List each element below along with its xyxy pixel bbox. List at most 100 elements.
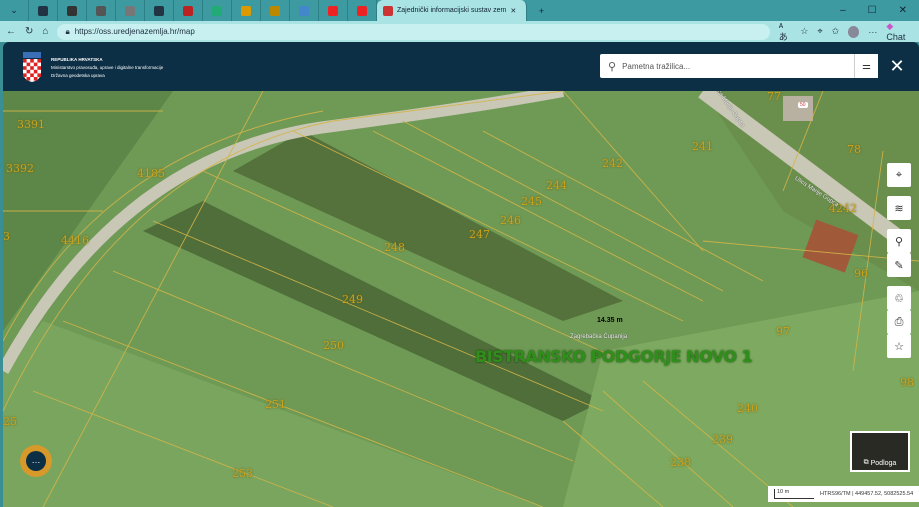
tab-pinned[interactable] — [116, 0, 145, 21]
favorites-button[interactable]: ☆ — [887, 334, 911, 358]
parcel-label: 247 — [469, 228, 490, 241]
layers-icon: ≋ — [894, 202, 904, 215]
recycle-button[interactable]: ♲ — [887, 286, 911, 310]
tab-pinned[interactable] — [290, 0, 319, 21]
url-text: https://oss.uredjenazemlja.hr/map — [74, 27, 195, 36]
back-icon[interactable]: ← — [6, 26, 16, 37]
parcel-label: 241 — [692, 140, 713, 153]
parcel-label: 77 — [767, 90, 781, 103]
parcel-label: 4185 — [137, 167, 165, 180]
basemap-switcher[interactable]: ⧉ Podloga — [850, 431, 910, 472]
parcel-label: 3392 — [6, 162, 34, 175]
cadastral-map[interactable]: 3391 3392 4185 4416 248 249 250 251 253 … — [3, 84, 919, 507]
basemap-icon: ⧉ — [863, 459, 871, 466]
parcel-label: 238 — [670, 456, 691, 469]
tab-pinned[interactable] — [261, 0, 290, 21]
map-pin-icon: ⌖ — [895, 168, 903, 181]
profile-avatar[interactable] — [848, 25, 860, 38]
tab-pinned[interactable] — [348, 0, 377, 21]
sliders-icon: ⚌ — [862, 60, 871, 72]
parcel-label: 242 — [602, 157, 623, 170]
parcel-label: 250 — [323, 339, 344, 352]
measure-button[interactable]: ✎ — [887, 253, 911, 277]
tab-pinned[interactable] — [145, 0, 174, 21]
copilot-icon: ◆ — [886, 21, 894, 31]
header-line-2: Ministarstvo pravosuđa, uprave i digital… — [51, 65, 164, 70]
tab-pinned[interactable] — [203, 0, 232, 21]
tab-pinned[interactable] — [232, 0, 261, 21]
parcel-label: 246 — [500, 214, 521, 227]
home-icon[interactable]: ⌂ — [42, 26, 48, 37]
parcel-label: 3391 — [17, 118, 45, 131]
new-tab-button[interactable]: + — [527, 0, 556, 21]
location-button[interactable]: ⌖ — [887, 163, 911, 187]
close-button[interactable]: ✕ — [885, 54, 909, 78]
close-window-icon[interactable]: ✕ — [899, 5, 907, 16]
app-header: REPUBLIKA HRVATSKA Ministarstvo pravosuđ… — [3, 42, 919, 91]
parcel-label: 3 — [3, 230, 10, 243]
search-filter-button[interactable]: ⚌ — [854, 54, 878, 78]
parcel-label: 96 — [854, 267, 868, 280]
scale-coordinates-bar: 10 m HTRS96/TM | 449457.52, 5082525.54 — [768, 486, 919, 502]
croatia-coat-of-arms-logo — [23, 52, 41, 82]
location-icon[interactable]: ⌖ — [817, 26, 822, 37]
parcel-label: 249 — [342, 293, 363, 306]
parcel-label: 244 — [546, 179, 567, 192]
more-icon[interactable]: ··· — [868, 27, 877, 37]
parcel-label: 78 — [847, 143, 861, 156]
print-icon: ⎙ — [894, 315, 904, 328]
chat-label: Chat — [886, 32, 906, 42]
star-icon: ☆ — [894, 340, 904, 353]
zoom-icon: ⚲ — [894, 235, 904, 248]
translate-icon[interactable]: ᴀあ — [779, 20, 792, 43]
print-button[interactable]: ⎙ — [887, 310, 911, 334]
bookmark-star-icon[interactable]: ☆ — [800, 26, 808, 37]
ruler-icon: ✎ — [894, 259, 904, 272]
tab-pinned[interactable] — [29, 0, 58, 21]
scale-bar: 10 m — [774, 489, 814, 499]
tab-pinned[interactable] — [174, 0, 203, 21]
close-tab-icon[interactable]: ✕ — [510, 7, 516, 15]
favorites-icon[interactable]: ✩ — [832, 26, 840, 37]
tab-pinned[interactable] — [319, 0, 348, 21]
parcel-label: 25 — [3, 415, 17, 428]
measurement-label: 14.35 m — [597, 317, 623, 324]
layers-button[interactable]: ≋ — [887, 196, 911, 220]
parcel-label: 239 — [712, 433, 733, 446]
chat-button[interactable]: … — [20, 445, 52, 477]
tab-pinned[interactable] — [87, 0, 116, 21]
reload-icon[interactable]: ↻ — [25, 26, 33, 37]
lock-icon: 🔒︎ — [65, 26, 70, 36]
tab-title: Zajednički informacijski sustav zem — [397, 7, 507, 14]
app-window: REPUBLIKA HRVATSKA Ministarstvo pravosuđ… — [3, 42, 919, 507]
search-icon: ⚲ — [608, 60, 617, 73]
coordinates-readout: HTRS96/TM | 449457.52, 5082525.54 — [820, 491, 914, 497]
basemap-label: Podloga — [870, 460, 897, 467]
recycle-icon: ♲ — [894, 292, 904, 305]
header-line-3: Državna geodetska uprava — [51, 73, 105, 78]
maximize-icon[interactable]: ☐ — [868, 5, 877, 16]
chat-bubble-icon: … — [26, 451, 46, 471]
parcel-label: 245 — [521, 195, 542, 208]
parcel-label: 98 — [900, 376, 914, 389]
close-icon: ✕ — [889, 55, 905, 76]
parcel-label: 248 — [384, 241, 405, 254]
url-field[interactable]: 🔒︎ https://oss.uredjenazemlja.hr/map — [57, 23, 770, 40]
county-label: Zagrebačka Ćupanija — [570, 334, 628, 340]
copilot-chat-button[interactable]: ◆ Chat — [886, 21, 913, 42]
minimize-icon[interactable]: – — [840, 5, 846, 16]
parcel-label: 97 — [776, 325, 790, 338]
zoom-search-button[interactable]: ⚲ — [887, 229, 911, 253]
tab-menu-button[interactable]: ⌄ — [0, 0, 29, 21]
tab-pinned[interactable] — [58, 0, 87, 21]
parcel-label: 4416 — [61, 234, 89, 247]
header-line-1: REPUBLIKA HRVATSKA — [51, 57, 103, 62]
parcel-label: 240 — [737, 402, 758, 415]
cadastral-municipality-label: BISTRANSKO PODGORJE NOVO 1 — [475, 347, 753, 366]
address-bar: ← ↻ ⌂ 🔒︎ https://oss.uredjenazemlja.hr/ma… — [0, 20, 919, 43]
tab-active[interactable]: Zajednički informacijski sustav zem ✕ — [377, 0, 527, 21]
smart-search-input[interactable]: ⚲ Pametna tražilica... — [600, 54, 854, 78]
parcel-label: 253 — [232, 467, 253, 480]
ministry-text: REPUBLIKA HRVATSKA Ministarstvo pravosuđ… — [51, 56, 163, 80]
aerial-imagery — [3, 91, 919, 507]
